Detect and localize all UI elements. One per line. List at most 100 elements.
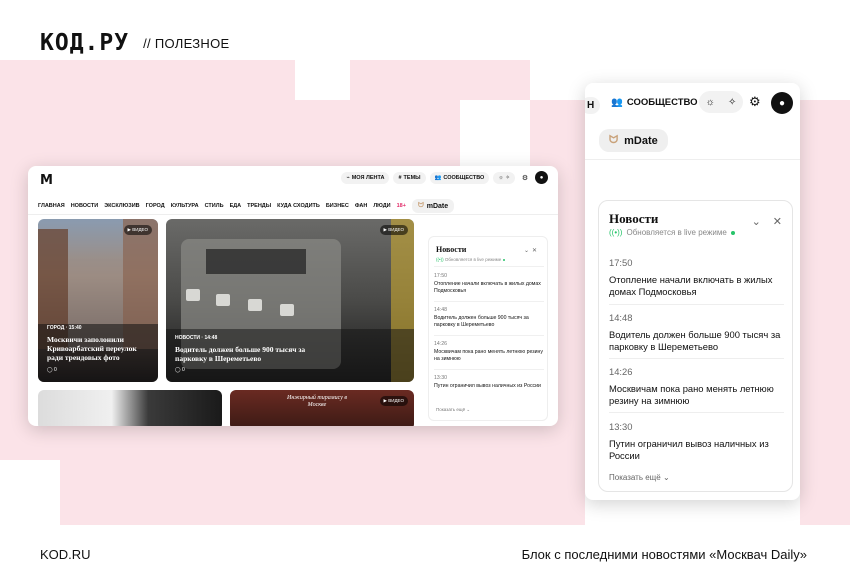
avatar[interactable]: ●: [771, 92, 793, 114]
footer-site[interactable]: KOD.RU: [40, 547, 91, 562]
live-icon: ((•)): [609, 228, 623, 237]
nav-item[interactable]: ЕДА: [230, 203, 242, 209]
page-header: КОД.РУ // ПОЛЕЗНОЕ: [40, 30, 229, 56]
nav-item[interactable]: НОВОСТИ: [71, 203, 99, 209]
news-widget-title: Новости: [436, 245, 467, 254]
chevron-down-icon[interactable]: ⌄: [524, 248, 532, 254]
horns-icon: ᗢ: [417, 202, 424, 209]
sun-icon: ☼: [498, 174, 504, 181]
show-more-button[interactable]: Показать ещё ⌄: [609, 473, 670, 482]
nav-item[interactable]: ГЛАВНАЯ: [38, 203, 65, 209]
close-icon[interactable]: ✕: [532, 248, 540, 254]
live-dot: [502, 259, 505, 261]
news-item[interactable]: 13:30 Путин ограничил вывоз наличных из Р…: [609, 421, 784, 463]
top-actions: ⌁ МОЯ ЛЕНТА # ТЕМЫ 👥 СООБЩЕСТВО ☼ ✧ ⚙ ●: [341, 171, 548, 184]
close-icon[interactable]: ✕: [773, 215, 782, 228]
live-dot: [730, 230, 735, 235]
news-widget: Новости ((•)) Обновляется в live режиме …: [428, 236, 548, 421]
separator: [434, 301, 544, 302]
footer-caption: Блок с последними новостями «Москвач Dai…: [521, 547, 807, 562]
kod-logo[interactable]: КОД.РУ: [40, 30, 129, 56]
show-more-button[interactable]: Показать ещё ⌄: [436, 407, 470, 413]
people-icon: 👥: [611, 97, 623, 108]
card-title: Москвичи заполонили Кривоарбатский переу…: [47, 335, 137, 362]
section-label: // ПОЛЕЗНОЕ: [143, 35, 230, 51]
news-card[interactable]: ▶ ВИДЕО Инжирный тирамису в Москве: [230, 390, 414, 426]
chevron-down-icon: ⌄: [466, 407, 471, 412]
live-status: ((•)) Обновляется в live режиме: [436, 257, 505, 262]
nav-item[interactable]: ЭКСКЛЮЗИВ: [104, 203, 139, 209]
community-button[interactable]: 👥 СООБЩЕСТВО: [429, 171, 490, 184]
zoom-panel: Н 👥 СООБЩЕСТВО ☼ ✧ ⚙ ● ᗢ mDate Новости ((•)…: [585, 83, 800, 500]
video-badge: ▶ ВИДЕО: [123, 225, 152, 235]
news-item[interactable]: 13:30 Путин ограничил вывоз наличных из Р…: [434, 375, 544, 390]
chevron-down-icon: ⌄: [662, 473, 670, 482]
nav-item[interactable]: БИЗНЕС: [326, 203, 349, 209]
nav-age-badge[interactable]: 18+: [397, 203, 406, 209]
site-topbar: M ⌁ МОЯ ЛЕНТА # ТЕМЫ 👥 СООБЩЕСТВО ☼ ✧ ⚙ ●: [28, 166, 558, 192]
people-icon: 👥: [434, 174, 442, 181]
separator: [434, 335, 544, 336]
divider: [28, 214, 558, 215]
news-card[interactable]: ▶ ВИДЕО ГОРОД · 15:40 Москвичи заполонил…: [38, 219, 158, 382]
horns-icon: ᗢ: [609, 134, 619, 146]
sun-icon: ☼: [705, 96, 715, 108]
live-icon: ((•)): [436, 257, 445, 262]
nav-item[interactable]: ТРЕНДЫ: [247, 203, 271, 209]
live-status: ((•)) Обновляется в live режиме: [609, 228, 735, 237]
news-item[interactable]: 14:48 Водитель должен больше 900 тысяч за…: [609, 312, 784, 354]
comment-icon: ◯: [47, 367, 54, 373]
nav-item[interactable]: КУЛЬТУРА: [171, 203, 199, 209]
separator: [434, 266, 544, 267]
gear-icon[interactable]: ⚙: [749, 94, 761, 110]
separator: [609, 358, 784, 359]
divider: [585, 159, 800, 160]
antenna-icon: ⌁: [346, 174, 350, 181]
main-nav: ГЛАВНАЯ НОВОСТИ ЭКСКЛЮЗИВ ГОРОД КУЛЬТУРА…: [38, 199, 455, 213]
site-logo[interactable]: M: [40, 173, 53, 188]
card-meta: ГОРОД · 15:40: [47, 325, 82, 331]
news-card[interactable]: ▶ ВИДЕО НОВОСТИ · 14:48 Водитель должен …: [166, 219, 414, 382]
avatar[interactable]: ●: [535, 171, 548, 184]
topics-button[interactable]: # ТЕМЫ: [393, 171, 426, 184]
sparkle-icon: ✧: [728, 96, 737, 108]
news-item[interactable]: 17:50 Отопление начали включать в жилых д…: [609, 257, 784, 299]
news-item[interactable]: 17:50 Отопление начали включать в жилых д…: [434, 273, 544, 295]
card-meta: НОВОСТИ · 14:48: [175, 335, 218, 341]
site-window: M ⌁ МОЯ ЛЕНТА # ТЕМЫ 👥 СООБЩЕСТВО ☼ ✧ ⚙ ● ГЛ…: [28, 166, 558, 426]
mdate-tab[interactable]: ᗢ mDate: [411, 199, 455, 213]
separator: [609, 304, 784, 305]
tab-partial[interactable]: Н: [585, 97, 601, 114]
news-item[interactable]: 14:48 Водитель должен больше 900 тысяч за…: [434, 307, 544, 329]
my-feed-button[interactable]: ⌁ МОЯ ЛЕНТА: [341, 171, 390, 184]
chevron-down-icon[interactable]: ⌄: [752, 215, 761, 228]
theme-toggle[interactable]: ☼ ✧: [493, 171, 515, 184]
mdate-tab[interactable]: ᗢ mDate: [599, 129, 668, 152]
card-title: Водитель должен больше 900 тысяч за парк…: [175, 345, 306, 363]
nav-item[interactable]: ФАН: [355, 203, 368, 209]
video-badge: ▶ ВИДЕО: [379, 225, 408, 235]
widget-controls: ⌄✕: [524, 247, 540, 254]
separator: [609, 412, 784, 413]
nav-item[interactable]: СТИЛЬ: [205, 203, 224, 209]
news-item[interactable]: 14:26 Москвичам пока рано менять летнюю р…: [434, 341, 544, 363]
news-item[interactable]: 14:26 Москвичам пока рано менять летнюю р…: [609, 366, 784, 408]
nav-item[interactable]: КУДА СХОДИТЬ: [277, 203, 320, 209]
zoom-topbar: Н 👥 СООБЩЕСТВО ☼ ✧ ⚙ ●: [585, 83, 800, 123]
nav-item[interactable]: ЛЮДИ: [373, 203, 390, 209]
sparkle-icon: ✧: [505, 174, 510, 181]
comments-count: ◯ 0: [175, 367, 185, 373]
news-widget: Новости ((•)) Обновляется в live режиме ⌄…: [598, 200, 793, 492]
community-button[interactable]: 👥 СООБЩЕСТВО: [605, 93, 704, 112]
comment-icon: ◯: [175, 367, 182, 373]
card-title: Инжирный тирамису в Москве: [287, 395, 347, 409]
news-widget-title: Новости: [609, 211, 659, 226]
theme-toggle[interactable]: ☼ ✧: [699, 91, 743, 113]
separator: [434, 369, 544, 370]
gear-icon[interactable]: ⚙: [519, 172, 531, 184]
widget-controls: ⌄✕: [752, 215, 782, 228]
news-card[interactable]: [38, 390, 222, 426]
nav-item[interactable]: ГОРОД: [146, 203, 165, 209]
hash-icon: #: [398, 174, 402, 181]
comments-count: ◯ 0: [47, 367, 57, 373]
